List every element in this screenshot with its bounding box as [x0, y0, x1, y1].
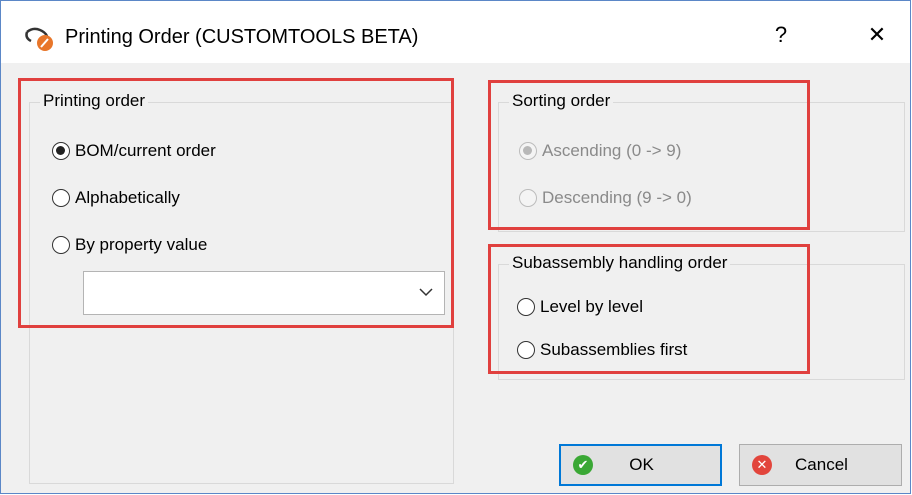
radio-label: Ascending (0 -> 9)	[542, 141, 682, 160]
dialog-window: Printing Order (CUSTOMTOOLS BETA) ? ✕ Pr…	[0, 0, 911, 494]
cancel-button[interactable]: ✕ Cancel	[739, 444, 902, 486]
help-button[interactable]: ?	[757, 15, 805, 55]
ok-button-label: OK	[629, 455, 654, 474]
radio-descending[interactable]: Descending (9 -> 0)	[519, 188, 692, 208]
close-button[interactable]: ✕	[853, 15, 901, 55]
title-bar: Printing Order (CUSTOMTOOLS BETA) ? ✕	[1, 1, 910, 63]
radio-label: Alphabetically	[75, 188, 180, 207]
radio-label: Descending (9 -> 0)	[542, 188, 692, 207]
ok-button[interactable]: ✔ OK	[559, 444, 722, 486]
radio-label: By property value	[75, 235, 208, 254]
radio-level-by-level[interactable]: Level by level	[517, 297, 643, 317]
radio-indicator[interactable]	[517, 341, 535, 359]
radio-bom-current-order[interactable]: BOM/current order	[52, 141, 216, 161]
radio-label: Level by level	[540, 297, 644, 316]
radio-indicator[interactable]	[52, 142, 70, 160]
radio-label: BOM/current order	[75, 141, 216, 160]
radio-indicator[interactable]	[517, 298, 535, 316]
radio-by-property-value[interactable]: By property value	[52, 235, 207, 255]
cancel-button-label: Cancel	[795, 455, 848, 474]
sorting-order-legend: Sorting order	[509, 91, 614, 111]
subassembly-order-group: Subassembly handling order	[498, 253, 905, 380]
cancel-icon: ✕	[752, 455, 772, 475]
printing-order-legend: Printing order	[40, 91, 149, 111]
radio-label: Subassemblies first	[540, 340, 688, 359]
radio-ascending[interactable]: Ascending (0 -> 9)	[519, 141, 681, 161]
subassembly-order-legend: Subassembly handling order	[509, 253, 731, 273]
radio-indicator[interactable]	[52, 189, 70, 207]
radio-alphabetically[interactable]: Alphabetically	[52, 188, 180, 208]
checkmark-icon: ✔	[573, 455, 593, 475]
radio-indicator[interactable]	[52, 236, 70, 254]
radio-indicator[interactable]	[519, 189, 537, 207]
window-title: Printing Order (CUSTOMTOOLS BETA)	[65, 26, 419, 48]
radio-subassemblies-first[interactable]: Subassemblies first	[517, 340, 687, 360]
radio-indicator[interactable]	[519, 142, 537, 160]
sorting-order-group: Sorting order	[498, 91, 905, 232]
chevron-down-icon[interactable]	[418, 284, 434, 300]
property-value-dropdown[interactable]	[83, 271, 445, 315]
app-icon	[25, 27, 53, 51]
